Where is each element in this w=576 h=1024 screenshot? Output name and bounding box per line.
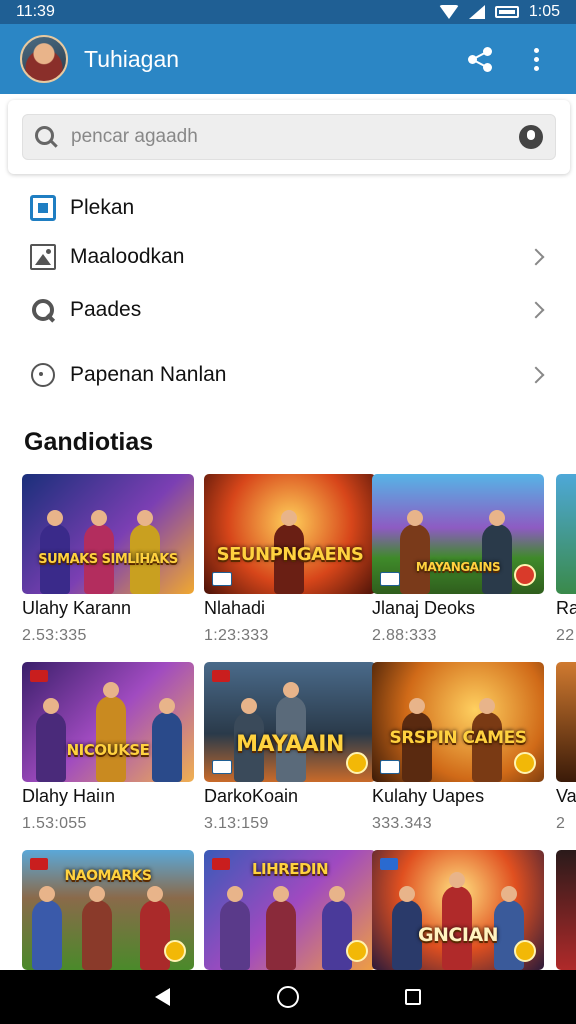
- game-card[interactable]: NICOUKSE Dlahy Haiın 1.53:055: [22, 662, 194, 842]
- game-meta: 22: [556, 627, 575, 644]
- game-card[interactable]: SEUNPNGAENS Nlahadi 1:23:333: [204, 474, 376, 654]
- ribbon-icon: [212, 670, 230, 682]
- game-name: Kulahy Uapes: [372, 786, 485, 806]
- coin-icon: [514, 940, 536, 962]
- status-bar: 11:39 1:05: [0, 0, 576, 24]
- game-name: Nlahadi: [204, 598, 266, 618]
- game-name: Jlanaj Deoks: [372, 598, 476, 618]
- recents-button[interactable]: [393, 977, 433, 1017]
- square-icon: [30, 195, 56, 221]
- game-thumb-title: SEUNPNGAENS: [216, 543, 364, 565]
- game-thumb-title: SUMAKS SIMLIHAKS: [38, 552, 178, 567]
- game-thumb-title: NAOMARKS: [64, 868, 152, 884]
- game-thumbnail: GNCIAN: [372, 850, 544, 970]
- home-icon: [276, 986, 299, 1008]
- home-button[interactable]: [268, 977, 308, 1017]
- chevron-right-icon: [527, 248, 545, 266]
- chevron-right-icon: [527, 366, 545, 384]
- game-thumbnail: SEUNPNGAENS: [204, 474, 376, 594]
- menu-item-label: Plekan: [70, 196, 135, 219]
- game-thumb-title: SRSPIN CAMES: [389, 728, 527, 748]
- menu-item-maaloodkan[interactable]: Maaloodkan: [0, 232, 576, 282]
- wifi-icon: [438, 5, 459, 19]
- battery-icon: [494, 6, 519, 18]
- menu-item-label: Paades: [70, 298, 142, 321]
- share-button[interactable]: [460, 39, 500, 79]
- game-meta: 1:23:333: [204, 627, 269, 644]
- more-options-button[interactable]: [516, 39, 556, 79]
- game-thumbnail: SUMAKS SIMLIHAKS: [22, 474, 194, 594]
- game-card[interactable]: SUMAKS SIMLIHAKS Ulahy Karann 2.53:335: [22, 474, 194, 654]
- game-thumbnail: MAYAAIN: [204, 662, 376, 782]
- more-vert-icon: [533, 47, 539, 71]
- section-title: Gandiotias: [24, 428, 154, 456]
- back-button[interactable]: [143, 977, 183, 1017]
- avatar[interactable]: [20, 35, 68, 83]
- share-icon: [467, 46, 493, 72]
- recents-icon: [405, 989, 422, 1005]
- menu-item-label: Papenan Nanlan: [70, 363, 227, 386]
- menu-item-paades[interactable]: Paades: [0, 282, 576, 338]
- coin-icon: [164, 940, 186, 962]
- game-thumbnail: [556, 474, 576, 594]
- game-card[interactable]: SRSPIN CAMES Kulahy Uapes 333.343: [372, 662, 544, 842]
- ribbon-icon: [30, 670, 48, 682]
- menu-item-papenan-nanlan[interactable]: Papenan Nanlan: [0, 338, 576, 412]
- menu-list: Plekan Maaloodkan Paades Papenan Nanlan: [0, 184, 576, 412]
- search-icon: [35, 126, 57, 148]
- status-clock: 1:05: [528, 3, 560, 20]
- game-name: Ulahy Karann: [22, 598, 132, 618]
- game-thumbnail: MAYANGAINS: [372, 474, 544, 594]
- coin-icon: [514, 564, 536, 586]
- back-icon: [155, 988, 171, 1006]
- game-card[interactable]: MAYANGAINS Jlanaj Deoks 2.88:333: [372, 474, 544, 654]
- game-name: DarkoKoain: [204, 786, 299, 806]
- menu-item-label: Maaloodkan: [70, 245, 185, 268]
- game-card[interactable]: MAYAAIN DarkoKoain 3.13:159: [204, 662, 376, 842]
- rating-badge-icon: [380, 572, 400, 586]
- game-meta: 3.13:159: [204, 815, 269, 832]
- app-title: Tuhiagan: [84, 45, 180, 72]
- game-meta: 2: [556, 815, 566, 832]
- ribbon-icon: [30, 858, 48, 870]
- chevron-right-icon: [527, 301, 545, 319]
- status-time: 11:39: [16, 3, 55, 20]
- coin-icon: [514, 752, 536, 774]
- game-card[interactable]: Va 2: [556, 662, 576, 842]
- game-meta: 333.343: [372, 815, 432, 832]
- coin-icon: [346, 940, 368, 962]
- search-input[interactable]: [71, 126, 519, 148]
- game-name: Dlahy Haiın: [22, 786, 116, 806]
- ribbon-icon: [380, 858, 398, 870]
- places-icon: [30, 297, 56, 323]
- ribbon-icon: [212, 858, 230, 870]
- rating-badge-icon: [212, 760, 232, 774]
- menu-item-plekan[interactable]: Plekan: [0, 184, 576, 232]
- app-bar: Tuhiagan: [0, 24, 576, 94]
- coin-icon: [346, 752, 368, 774]
- game-thumbnail: LIHREDIN: [204, 850, 376, 970]
- game-meta: 1.53:055: [22, 815, 87, 832]
- system-nav-bar: [0, 970, 576, 1024]
- game-thumbnail: [556, 850, 576, 970]
- chat-icon: [30, 362, 56, 388]
- game-thumbnail: SRSPIN CAMES: [372, 662, 544, 782]
- game-name: Ra: [556, 598, 576, 618]
- game-meta: 2.88:333: [372, 627, 437, 644]
- search-card: [8, 100, 570, 174]
- game-thumbnail: NICOUKSE: [22, 662, 194, 782]
- image-icon: [30, 244, 56, 270]
- voice-search-icon[interactable]: [519, 125, 543, 149]
- search-box[interactable]: [22, 114, 556, 160]
- signal-icon: [468, 5, 485, 19]
- status-icons: 1:05: [438, 3, 560, 21]
- rating-badge-icon: [212, 572, 232, 586]
- game-card[interactable]: Ra 22: [556, 474, 576, 654]
- game-thumbnail: NAOMARKS: [22, 850, 194, 970]
- game-name: Va: [556, 786, 576, 806]
- game-thumb-title: NICOUKSE: [66, 741, 150, 760]
- game-thumbnail: [556, 662, 576, 782]
- game-meta: 2.53:335: [22, 627, 87, 644]
- rating-badge-icon: [380, 760, 400, 774]
